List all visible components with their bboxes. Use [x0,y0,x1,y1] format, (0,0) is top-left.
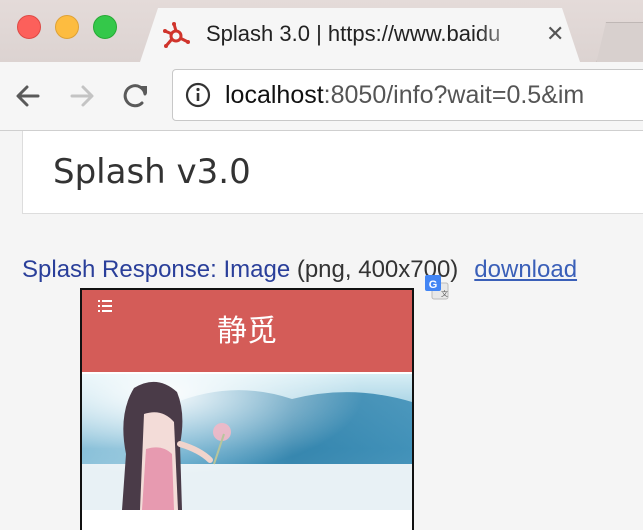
minimize-window-button[interactable] [55,15,79,39]
info-icon[interactable] [185,82,211,108]
browser-toolbar: localhost:8050/info?wait=0.5&im [0,62,643,131]
url-host: localhost [225,81,324,109]
response-screenshot: 静觅 [80,288,414,530]
tab-title: Splash 3.0 | https://www.baidu [206,21,501,46]
browser-tab-active[interactable]: Splash 3.0 | https://www.baidu ✕ [140,8,580,62]
close-window-button[interactable] [17,15,41,39]
url-path: :8050/info?wait=0.5&im [323,81,585,109]
menu-icon [98,300,112,312]
back-arrow-icon[interactable] [12,80,44,112]
address-bar[interactable]: localhost:8050/info?wait=0.5&im [172,69,643,121]
response-prefix: Splash Response: [22,256,217,283]
window-titlebar: Splash 3.0 | https://www.baidu ✕ [0,0,643,64]
tab-close-icon[interactable]: ✕ [546,20,564,48]
url-text: localhost:8050/info?wait=0.5&im [225,80,584,110]
banner-photo [82,374,412,510]
page-content: Splash v3.0 Splash Response: Image (png,… [0,131,643,530]
reload-icon[interactable] [120,80,152,112]
response-kind: Image [223,256,291,283]
splash-favicon-icon [163,22,190,48]
google-translate-icon[interactable]: G 文 [424,274,450,300]
splash-header: Splash v3.0 [22,131,643,214]
forward-arrow-icon[interactable] [66,80,98,112]
screenshot-site-title: 静觅 [217,314,277,349]
page-title: Splash v3.0 [53,152,251,192]
new-tab-button[interactable] [596,22,643,64]
svg-text:G: G [429,279,438,291]
download-link[interactable]: download [474,256,577,283]
screenshot-header-bar: 静觅 [82,290,412,372]
maximize-window-button[interactable] [93,15,117,39]
response-line: Splash Response: Image (png, 400x700) dow… [22,255,577,285]
svg-text:文: 文 [441,289,448,298]
